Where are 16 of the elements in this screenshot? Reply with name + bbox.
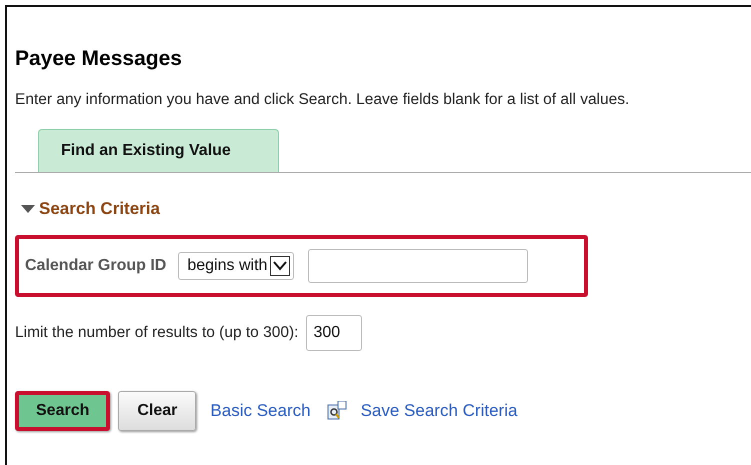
tab[interactable]: Find an Existing Value [38, 129, 279, 172]
search-button[interactable]: Search [15, 391, 110, 431]
link[interactable]: Save Search Criteria [360, 401, 518, 421]
operator-dropdown[interactable]: begins with [178, 252, 294, 280]
instructions-text: Enter any information you have and click Search. Leave fields blank for a list of all values. [15, 91, 630, 109]
field-label: Calendar Group ID [25, 257, 166, 275]
input-field[interactable] [308, 249, 528, 283]
document-magnifier-icon[interactable] [326, 401, 347, 421]
limit-input-field[interactable]: 300 [306, 315, 362, 351]
collapse-triangle-icon[interactable] [21, 205, 35, 213]
limit-label: Limit the number of results to (up to 300): [15, 324, 298, 342]
page-title: Payee Messages [15, 47, 183, 71]
link[interactable]: Basic Search [210, 401, 311, 421]
clear-button[interactable]: Clear [118, 391, 196, 431]
chevron-down-icon[interactable] [273, 261, 288, 271]
section-heading[interactable]: Search Criteria [39, 199, 160, 219]
